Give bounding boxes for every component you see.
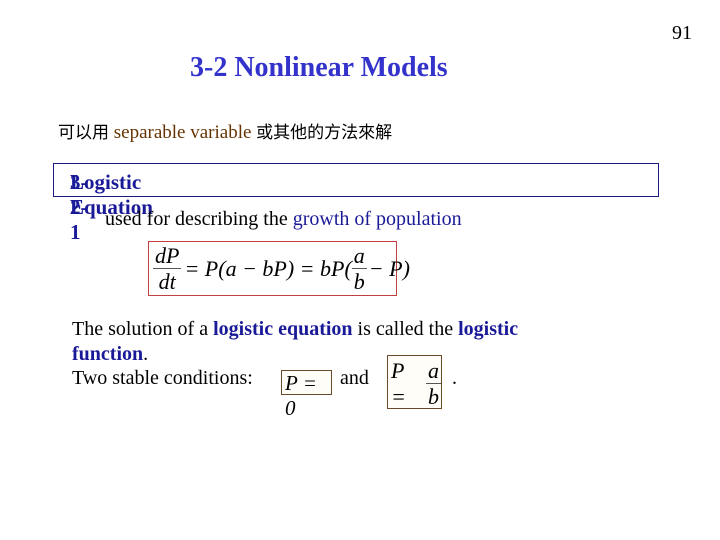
intro-prefix: 可以用 [58, 123, 109, 143]
condition-ratio-denominator: b [428, 384, 439, 409]
section-header-box: 3-2-1 Logistic Equation [53, 163, 659, 244]
term-logistic-equation: logistic equation [213, 318, 353, 340]
condition-ratio-numerator: a [426, 358, 441, 384]
usage-line: used for describing the growth of popula… [105, 208, 462, 231]
equation-tail: − P) [368, 256, 410, 281]
conditions-connector: and [340, 367, 369, 389]
conditions-label: Two stable conditions: [72, 367, 253, 389]
condition-p-zero-box: P = 0 [281, 370, 332, 420]
conditions-period: . [452, 367, 457, 389]
intro-suffix: 或其他的方法來解 [256, 123, 393, 143]
derivative-fraction: dP dt [153, 243, 182, 294]
derivative-denominator: dt [158, 269, 176, 294]
intro-method: separable variable [113, 122, 252, 143]
page-number: 91 [672, 22, 692, 44]
logistic-equation: dP dt = P(a − bP) = bP( a b − P) [153, 245, 410, 293]
equation-middle: = P(a − bP) = bP( [184, 256, 352, 281]
ratio-numerator: a [351, 243, 367, 269]
solution-period: . [143, 343, 149, 365]
logistic-equation-box: dP dt = P(a − bP) = bP( a b − P) [148, 241, 410, 296]
intro-line: 可以用 separable variable 或其他的方法來解 [58, 118, 392, 144]
ratio-fraction: a b [351, 243, 367, 294]
solution-text-1: The solution of a [72, 318, 209, 340]
solution-paragraph: The solution of a logistic equation is c… [72, 317, 592, 367]
derivative-numerator: dP [153, 243, 182, 269]
condition-ratio-fraction: a b [426, 360, 441, 408]
condition-p-ratio-box: P = a b [387, 355, 442, 409]
ratio-denominator: b [353, 269, 365, 294]
condition-p-ratio-lhs: P = [391, 358, 406, 409]
usage-highlight: growth of population [292, 208, 462, 230]
page-title: 3-2 Nonlinear Models [190, 52, 448, 83]
solution-text-2: is called the [357, 318, 454, 340]
condition-p-zero: P = 0 [285, 371, 317, 420]
condition-p-ratio: P = a b [391, 358, 441, 410]
usage-text: used for describing the [105, 208, 288, 230]
